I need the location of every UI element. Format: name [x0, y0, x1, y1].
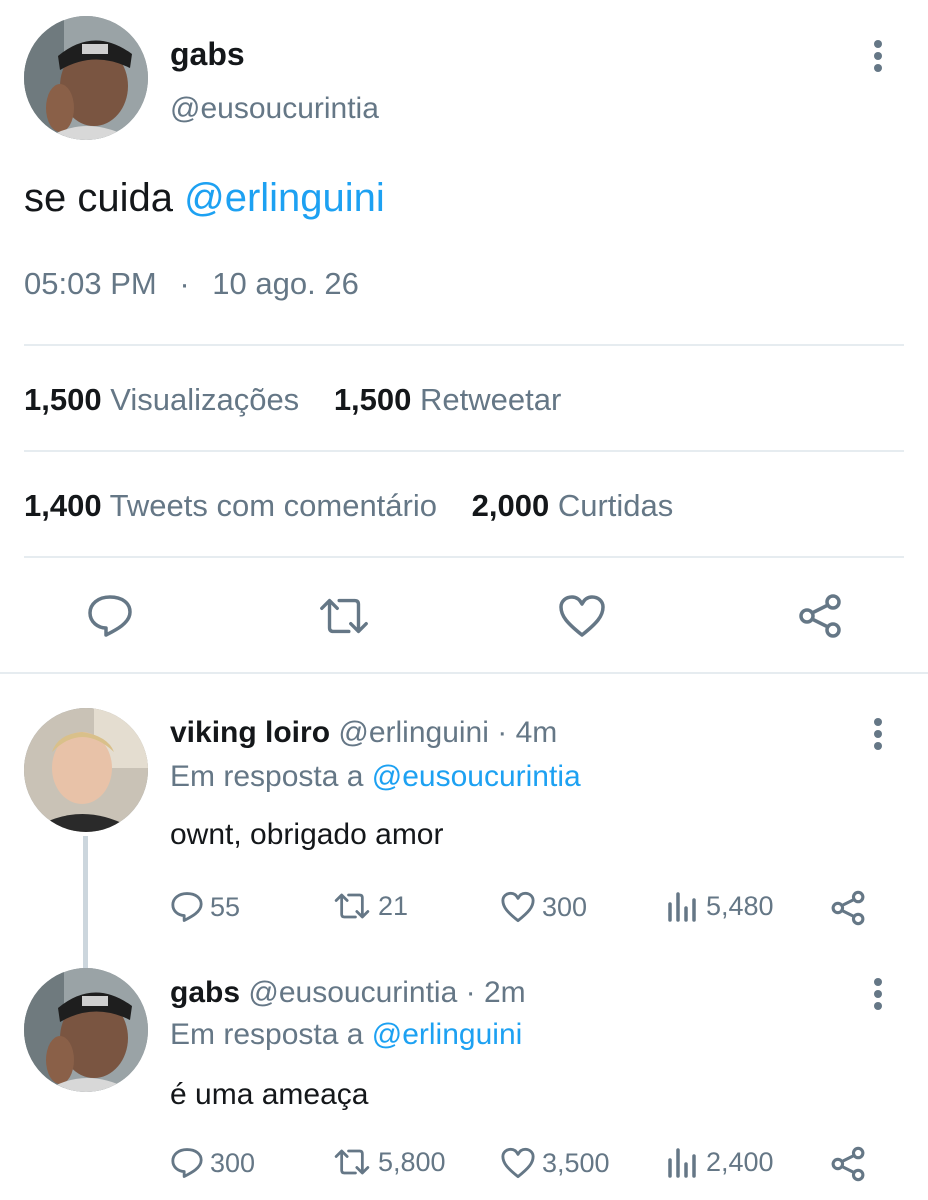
reply-author-name[interactable]: gabs — [170, 976, 240, 1009]
replying-to-label: Em resposta a — [170, 760, 372, 793]
reply-like-button[interactable]: 300 — [500, 890, 587, 924]
tweet-date: 10 ago. 26 — [212, 266, 359, 301]
share-button[interactable] — [792, 588, 848, 644]
reply-views-button[interactable]: 2,400 — [666, 1146, 774, 1178]
replying-to: Em resposta a @erlinguini — [170, 1018, 522, 1052]
reply-icon — [171, 1148, 203, 1178]
quotes-stat[interactable]: 1,400 Tweets com comentário — [24, 488, 446, 523]
share-icon — [831, 890, 865, 926]
share-icon — [799, 594, 841, 638]
avatar-photo — [24, 968, 148, 1092]
view-count: 2,400 — [706, 1146, 774, 1177]
author-avatar[interactable] — [24, 16, 148, 140]
like-button[interactable] — [554, 588, 610, 644]
reply-author-handle[interactable]: @eusoucurintia — [248, 976, 457, 1009]
retweet-icon — [334, 893, 370, 919]
like-count: 300 — [542, 891, 588, 922]
more-vertical-icon — [874, 40, 882, 72]
views-chart-icon — [668, 1148, 696, 1178]
views-label: Visualizações — [110, 382, 300, 417]
retweets-stat[interactable]: 1,500 Retweetar — [334, 382, 562, 417]
views-stat[interactable]: 1,500 Visualizações — [24, 382, 308, 417]
tweet-mention-link[interactable]: @erlinguini — [184, 176, 385, 220]
divider — [24, 556, 904, 558]
reply-views-button[interactable]: 5,480 — [666, 890, 774, 922]
more-options-button[interactable] — [858, 714, 898, 754]
likes-count: 2,000 — [471, 488, 550, 523]
more-vertical-icon — [874, 718, 882, 750]
reply-retweet-button[interactable]: 21 — [332, 890, 408, 922]
reply-reply-button[interactable]: 55 — [170, 890, 240, 924]
reply-retweet-button[interactable]: 5,800 — [332, 1146, 446, 1178]
more-options-button[interactable] — [858, 36, 898, 76]
author-name[interactable]: gabs — [170, 36, 245, 73]
retweet-icon — [320, 598, 368, 634]
reply-count: 55 — [210, 891, 241, 922]
stats-row-1: 1,500 Visualizações 1,500 Retweetar — [24, 382, 561, 418]
likes-label: Curtidas — [557, 488, 674, 523]
reply-share-button[interactable] — [830, 1146, 866, 1182]
quotes-count: 1,400 — [24, 488, 102, 523]
replying-to-link[interactable]: @erlinguini — [372, 1018, 523, 1051]
reply-reply-button[interactable]: 300 — [170, 1146, 255, 1180]
reply-author-name[interactable]: viking loiro — [170, 716, 330, 749]
tweet-timestamp: 05:03 PM · 10 ago. 26 — [24, 266, 359, 302]
retweets-count: 1,500 — [333, 382, 412, 417]
avatar-photo — [24, 16, 148, 140]
likes-stat[interactable]: 2,000 Curtidas — [472, 488, 674, 523]
stats-row-2: 1,400 Tweets com comentário 2,000 Curtid… — [24, 488, 673, 524]
divider — [24, 450, 904, 452]
replying-to-link[interactable]: @eusoucurintia — [372, 760, 581, 793]
view-count: 5,480 — [706, 890, 774, 921]
retweet-icon — [334, 1149, 370, 1175]
reply-author-handle[interactable]: @erlinguini — [338, 716, 489, 749]
reply-header: gabs @eusoucurintia · 2m — [170, 976, 526, 1010]
reply-like-button[interactable]: 3,500 — [500, 1146, 610, 1180]
replying-to-label: Em resposta a — [170, 1018, 372, 1051]
thread-line — [83, 836, 88, 968]
section-divider — [0, 672, 928, 674]
reply-icon — [88, 595, 132, 637]
more-vertical-icon — [874, 978, 882, 1010]
reply-text: é uma ameaça — [170, 1078, 369, 1111]
reply-icon — [171, 892, 203, 922]
views-chart-icon — [668, 892, 696, 922]
timestamp-separator: · — [179, 266, 190, 301]
retweet-button[interactable] — [316, 588, 372, 644]
retweets-label: Retweetar — [420, 382, 562, 417]
views-count: 1,500 — [24, 382, 102, 417]
reply-share-button[interactable] — [830, 890, 866, 926]
author-handle[interactable]: @eusoucurintia — [170, 92, 379, 126]
quotes-label: Tweets com comentário — [109, 488, 437, 523]
retweet-count: 21 — [378, 890, 409, 921]
retweet-count: 5,800 — [378, 1146, 446, 1177]
heart-icon — [501, 891, 535, 923]
reply-count: 300 — [210, 1147, 256, 1178]
reply-button[interactable] — [82, 588, 138, 644]
share-icon — [831, 1146, 865, 1182]
heart-icon — [559, 595, 605, 637]
more-options-button[interactable] — [858, 974, 898, 1014]
heart-icon — [501, 1147, 535, 1179]
avatar-photo — [24, 708, 148, 832]
tweet-text: se cuida @erlinguini — [24, 176, 385, 221]
tweet-text-body: se cuida — [24, 176, 185, 220]
reply-avatar[interactable] — [24, 968, 148, 1092]
reply-avatar[interactable] — [24, 708, 148, 832]
replying-to: Em resposta a @eusoucurintia — [170, 760, 581, 794]
reply-age: · 4m — [497, 716, 558, 749]
tweet-time: 05:03 PM — [24, 266, 157, 301]
reply-text: ownt, obrigado amor — [170, 818, 444, 851]
divider — [24, 344, 904, 346]
reply-header: viking loiro @erlinguini · 4m — [170, 716, 557, 750]
reply-age: · 2m — [465, 976, 526, 1009]
like-count: 3,500 — [542, 1147, 610, 1178]
